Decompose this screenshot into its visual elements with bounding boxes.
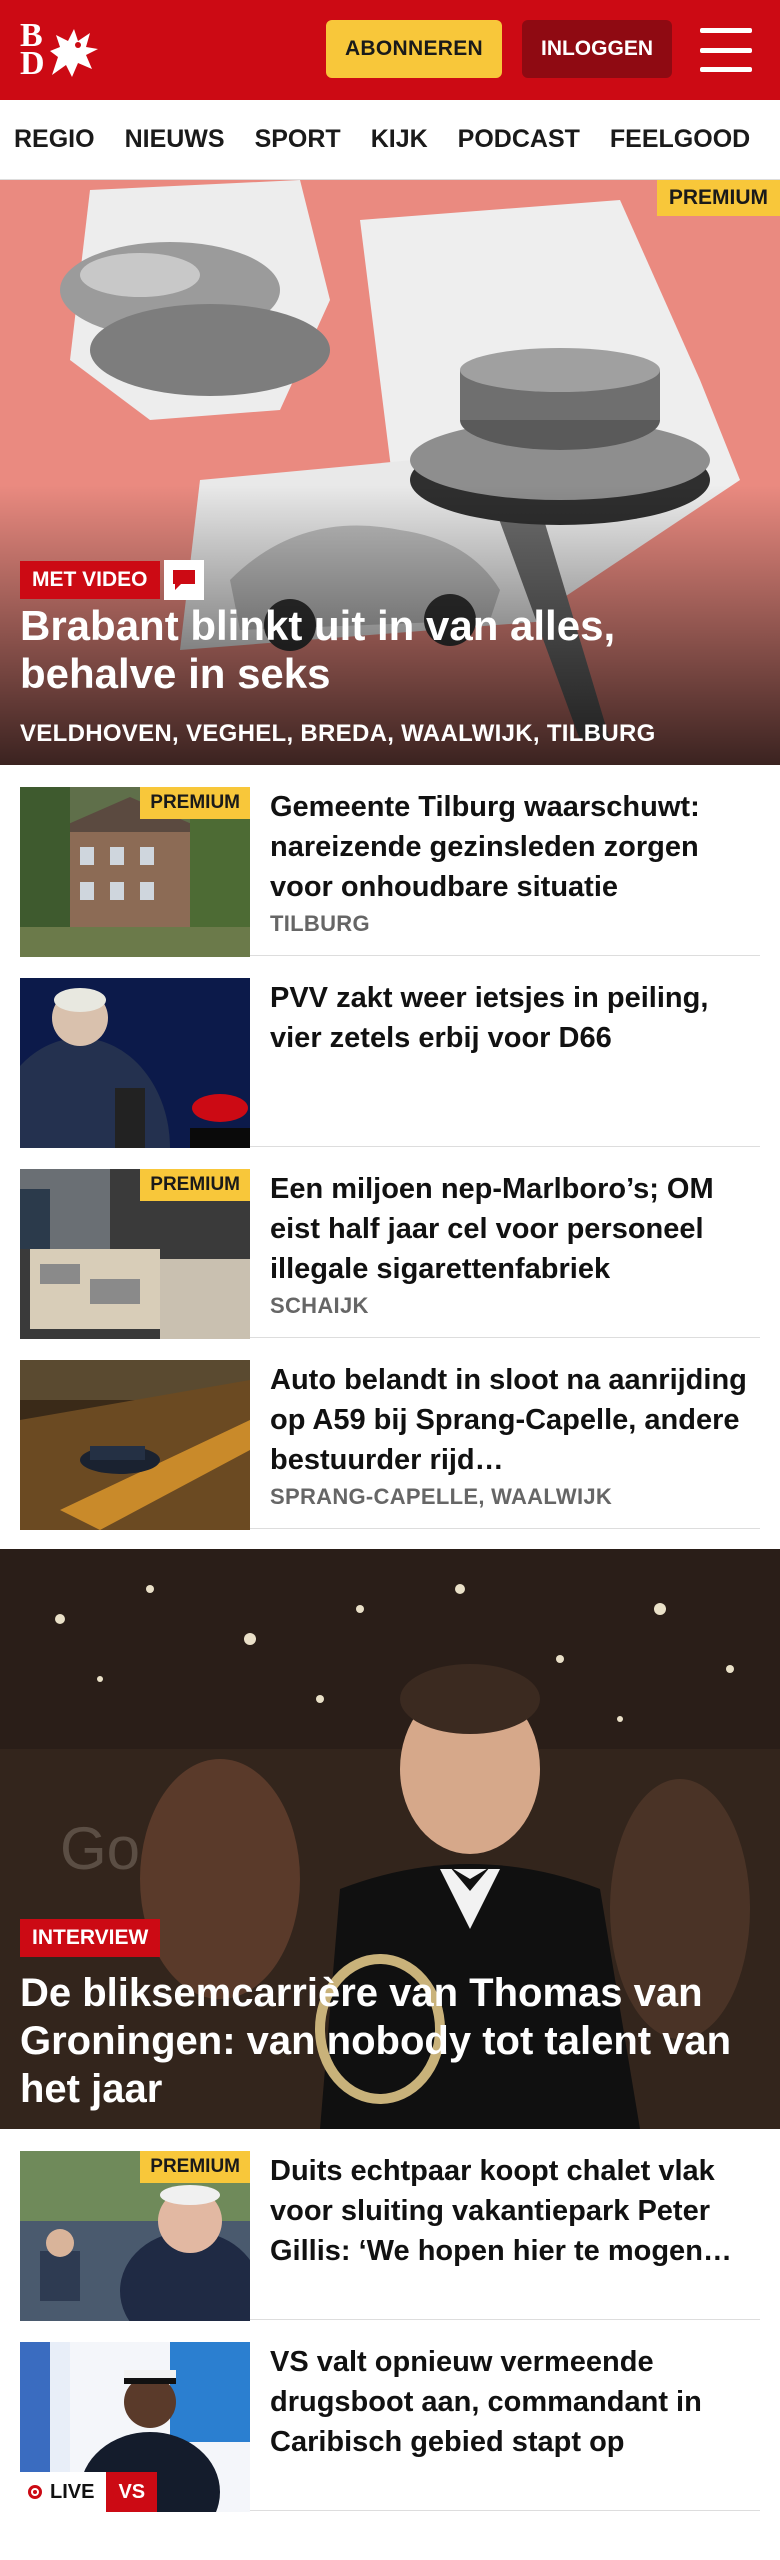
premium-badge: PREMIUM [656,180,780,216]
hero-locations: VELDHOVEN, VEGHEL, BREDA, WAALWIJK, TILB… [20,720,656,747]
article-location: SPRANG-CAPELLE, WAALWIJK [270,1484,613,1509]
live-topic-tag: VS [106,2472,158,2512]
premium-badge: PREMIUM [140,2151,250,2183]
article-title[interactable]: Gemeente Tilburg waarschuwt: nareizende … [270,787,760,907]
hero-article[interactable]: PREMIUM MET VIDEO Brabant blinkt uit in … [0,180,780,765]
premium-badge: PREMIUM [140,787,250,819]
hero-label-row: MET VIDEO [20,560,204,600]
section-nav: REGIO NIEUWS SPORT KIJK PODCAST FEELGOOD [0,100,780,180]
premium-badge: PREMIUM [140,1169,250,1201]
login-button[interactable]: INLOGGEN [522,20,672,78]
article-title[interactable]: Een miljoen nep-Marlboro’s; OM eist half… [270,1169,760,1289]
dragon-icon [50,29,98,77]
interview-label: INTERVIEW [20,1919,161,1957]
article-location: SCHAIJK [270,1293,369,1318]
list-item[interactable]: PVV zakt weer ietsjes in peiling, vier z… [20,956,760,1148]
article-list-secondary: PREMIUM Duits echtpaar koopt chalet vlak… [0,2129,780,2512]
feature-title[interactable]: De bliksemcarrière van Thomas van Gronin… [20,1969,760,2113]
article-thumbnail: PREMIUM [20,787,250,957]
list-item[interactable]: PREMIUM Een miljoen nep-Marlboro’s; OM e… [20,1147,760,1339]
hero-title[interactable]: Brabant blinkt uit in van alles, behalve… [20,602,760,698]
nav-item-nieuws[interactable]: NIEUWS [125,125,225,154]
feature-article[interactable]: Go INTERVIEW De bliksemcarrière van Thom… [0,1549,780,2129]
article-thumbnail: PREMIUM [20,2151,250,2321]
article-thumbnail: PREMIUM [20,1169,250,1339]
live-label: LIVE [50,2480,95,2503]
menu-icon[interactable] [700,28,752,72]
live-badge: LIVE VS [20,2472,158,2512]
list-item[interactable]: PREMIUM Duits echtpaar koopt chalet vlak… [20,2129,760,2321]
article-list: PREMIUM Gemeente Tilburg waarschuwt: nar… [0,765,780,1530]
article-thumbnail: LIVE VS [20,2342,250,2512]
list-item[interactable]: PREMIUM Gemeente Tilburg waarschuwt: nar… [20,765,760,957]
nav-item-regio[interactable]: REGIO [14,125,95,154]
nav-item-kijk[interactable]: KIJK [371,125,428,154]
top-header: BD ABONNEREN INLOGGEN [0,0,780,100]
nav-item-feelgood[interactable]: FEELGOOD [610,125,750,154]
list-item[interactable]: Auto belandt in sloot na aanrijding op A… [20,1338,760,1530]
video-label: MET VIDEO [20,561,160,599]
site-logo[interactable]: BD [20,17,110,83]
subscribe-button[interactable]: ABONNEREN [326,20,502,78]
article-title[interactable]: VS valt opnieuw vermeende drugsboot aan,… [270,2342,760,2462]
nav-item-podcast[interactable]: PODCAST [458,125,580,154]
list-item[interactable]: LIVE VS VS valt opnieuw vermeende drugsb… [20,2320,760,2512]
article-location: TILBURG [270,911,370,936]
comment-icon[interactable] [163,560,204,600]
live-dot-icon [28,2485,42,2499]
article-title[interactable]: Duits echtpaar koopt chalet vlak voor sl… [270,2151,760,2271]
article-thumbnail [20,1360,250,1530]
article-title[interactable]: PVV zakt weer ietsjes in peiling, vier z… [270,978,760,1058]
article-title[interactable]: Auto belandt in sloot na aanrijding op A… [270,1360,760,1480]
svg-text:Go: Go [60,1815,140,1882]
live-indicator: LIVE [20,2472,107,2512]
article-thumbnail [20,978,250,1148]
nav-item-sport[interactable]: SPORT [255,125,341,154]
